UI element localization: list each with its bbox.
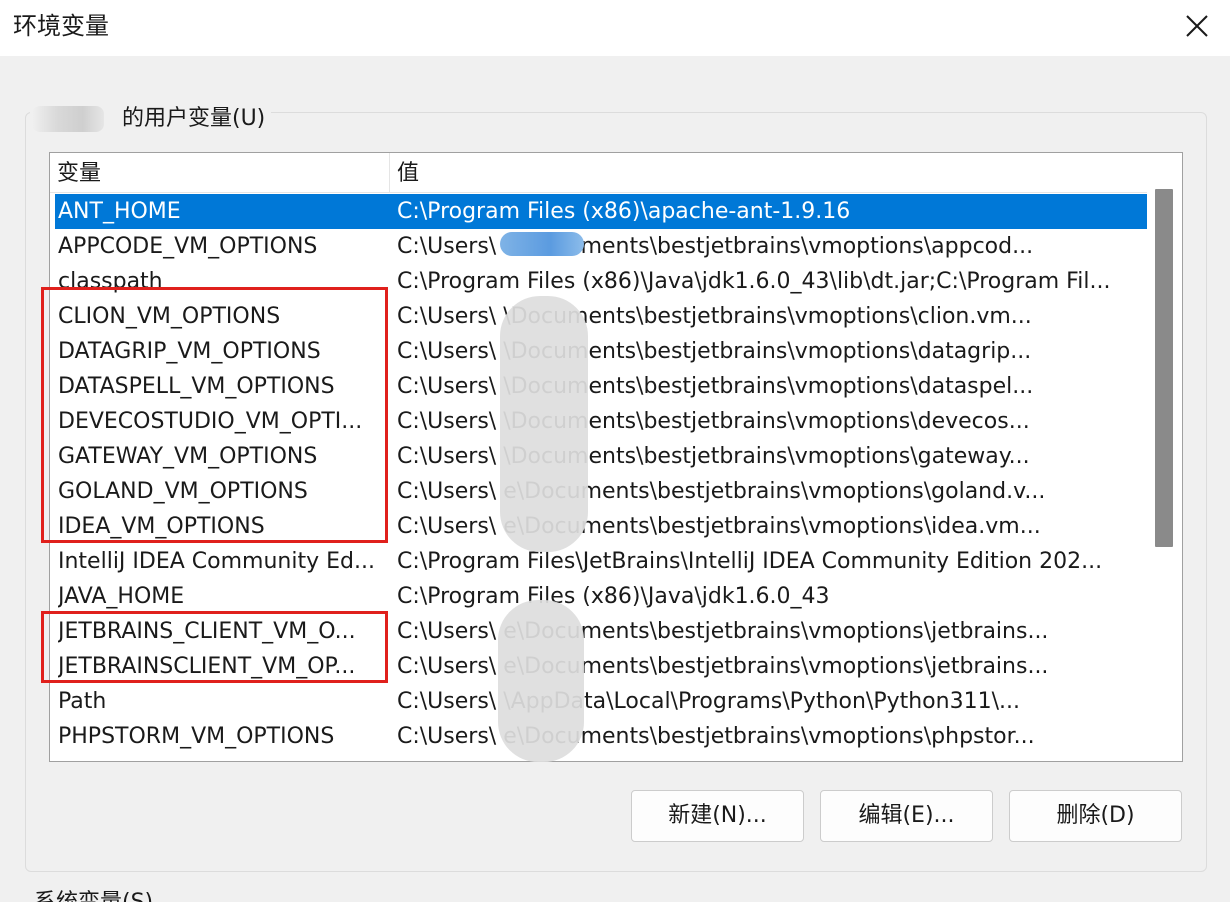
variable-value-cell: C:\Users\ e\Documents\bestjetbrains\vmop… [397,724,1035,749]
variable-value-cell: C:\Program Files (x86)\Java\jdk1.6.0_43 [397,584,830,609]
variable-value-cell: C:\Program Files (x86)\apache-ant-1.9.16 [397,199,851,224]
table-row[interactable]: DEVECOSTUDIO_VM_OPTI... C:\Users\ \Docume… [55,404,1147,439]
variable-value-cell: C:\Users\ \Documents\bestjetbrains\vmopt… [397,339,1032,364]
table-row[interactable]: IDEA_VM_OPTIONS C:\Users\ e\Documents\bes… [55,509,1147,544]
column-header-value[interactable]: 值 [390,153,1147,193]
table-row[interactable]: JAVA_HOME C:\Program Files (x86)\Java\jdk… [55,579,1147,614]
user-variables-label: 的用户变量(U) [122,106,266,131]
variable-name-cell: GATEWAY_VM_OPTIONS [58,444,318,469]
variable-name-cell: CLION_VM_OPTIONS [58,304,281,329]
variable-name-cell: classpath [58,269,163,294]
variable-value-cell: C:\Users\ \Documents\bestjetbrains\vmopt… [397,374,1034,399]
variable-name-cell: JETBRAINSCLIENT_VM_OP... [58,654,356,679]
variable-value-cell: C:\Users\ \Documents\bestjetbrains\vmopt… [397,444,1030,469]
variable-value-cell: C:\Users\ \Documents\bestjetbrains\vmopt… [397,304,1032,329]
variable-rows: ANT_HOME C:\Program Files (x86)\apache-an… [55,194,1147,754]
variable-name-cell: DEVECOSTUDIO_VM_OPTI... [58,409,363,434]
table-row[interactable]: JETBRAINSCLIENT_VM_OP... C:\Users\ e\Docu… [55,649,1147,684]
variable-name-cell: Path [58,689,107,714]
table-row[interactable]: GOLAND_VM_OPTIONS C:\Users\ e\Documents\b… [55,474,1147,509]
variable-value-cell: C:\Users\ e\Documents\bestjetbrains\vmop… [397,619,1049,644]
user-variables-legend: 的用户变量(U) [30,101,272,137]
variable-value-cell: C:\Users\ e\Documents\bestjetbrains\vmop… [397,479,1046,504]
new-button[interactable]: 新建(N)... [631,790,804,842]
variable-name-cell: APPCODE_VM_OPTIONS [58,234,318,259]
table-row[interactable]: Path C:\Users\ \AppData\Local\Programs\Py… [55,684,1147,719]
variable-value-cell: C:\Users\ e\Documents\bestjetbrains\vmop… [397,654,1049,679]
variable-name-cell: GOLAND_VM_OPTIONS [58,479,308,504]
table-row[interactable]: DATAGRIP_VM_OPTIONS C:\Users\ \Documents\… [55,334,1147,369]
redacted-username [32,106,104,132]
table-row[interactable]: APPCODE_VM_OPTIONS C:\Users\ e\Documents\… [55,229,1147,264]
table-row[interactable]: JETBRAINS_CLIENT_VM_O... C:\Users\ e\Docu… [55,614,1147,649]
variable-name-cell: JETBRAINS_CLIENT_VM_O... [58,619,356,644]
title-bar: 环境变量 [0,0,1230,56]
table-row[interactable]: PHPSTORM_VM_OPTIONS C:\Users\ e\Documents… [55,719,1147,754]
table-row[interactable]: CLION_VM_OPTIONS C:\Users\ \Documents\bes… [55,299,1147,334]
variable-value-cell: C:\Users\ e\Documents\bestjetbrains\vmop… [397,234,1034,259]
variable-name-cell: ANT_HOME [58,199,181,224]
system-variables-label: 系统变量(S) [34,888,153,902]
variable-value-cell: C:\Program Files (x86)\Java\jdk1.6.0_43\… [397,269,1111,294]
variable-name-cell: IntelliJ IDEA Community Ed... [58,549,375,574]
table-row[interactable]: GATEWAY_VM_OPTIONS C:\Users\ \Documents\b… [55,439,1147,474]
variable-name-cell: JAVA_HOME [58,584,185,609]
close-button[interactable] [1182,11,1212,41]
scrollbar-thumb[interactable] [1155,189,1173,547]
variable-name-cell: DATAGRIP_VM_OPTIONS [58,339,321,364]
variable-value-cell: C:\Users\ e\Documents\bestjetbrains\vmop… [397,514,1041,539]
variable-value-cell: C:\Program Files\JetBrains\IntelliJ IDEA… [397,549,1103,574]
table-row[interactable]: DATASPELL_VM_OPTIONS C:\Users\ \Documents… [55,369,1147,404]
close-icon [1186,15,1208,37]
delete-button[interactable]: 删除(D) [1009,790,1182,842]
list-header: 变量 值 [50,153,1147,193]
table-row[interactable]: ANT_HOME C:\Program Files (x86)\apache-an… [55,194,1147,229]
edit-button[interactable]: 编辑(E)... [820,790,993,842]
variable-name-cell: PHPSTORM_VM_OPTIONS [58,724,335,749]
column-header-variable[interactable]: 变量 [50,153,390,193]
variable-value-cell: C:\Users\ \Documents\bestjetbrains\vmopt… [397,409,1030,434]
window-title: 环境变量 [13,12,109,40]
variable-name-cell: DATASPELL_VM_OPTIONS [58,374,335,399]
table-row[interactable]: IntelliJ IDEA Community Ed... C:\Program … [55,544,1147,579]
user-variables-list[interactable]: 变量 值 ANT_HOME C:\Program Files (x86)\apac… [49,152,1183,762]
variable-value-cell: C:\Users\ \AppData\Local\Programs\Python… [397,689,1020,714]
variable-name-cell: IDEA_VM_OPTIONS [58,514,265,539]
vertical-scrollbar[interactable] [1147,153,1182,761]
table-row[interactable]: classpath C:\Program Files (x86)\Java\jdk… [55,264,1147,299]
